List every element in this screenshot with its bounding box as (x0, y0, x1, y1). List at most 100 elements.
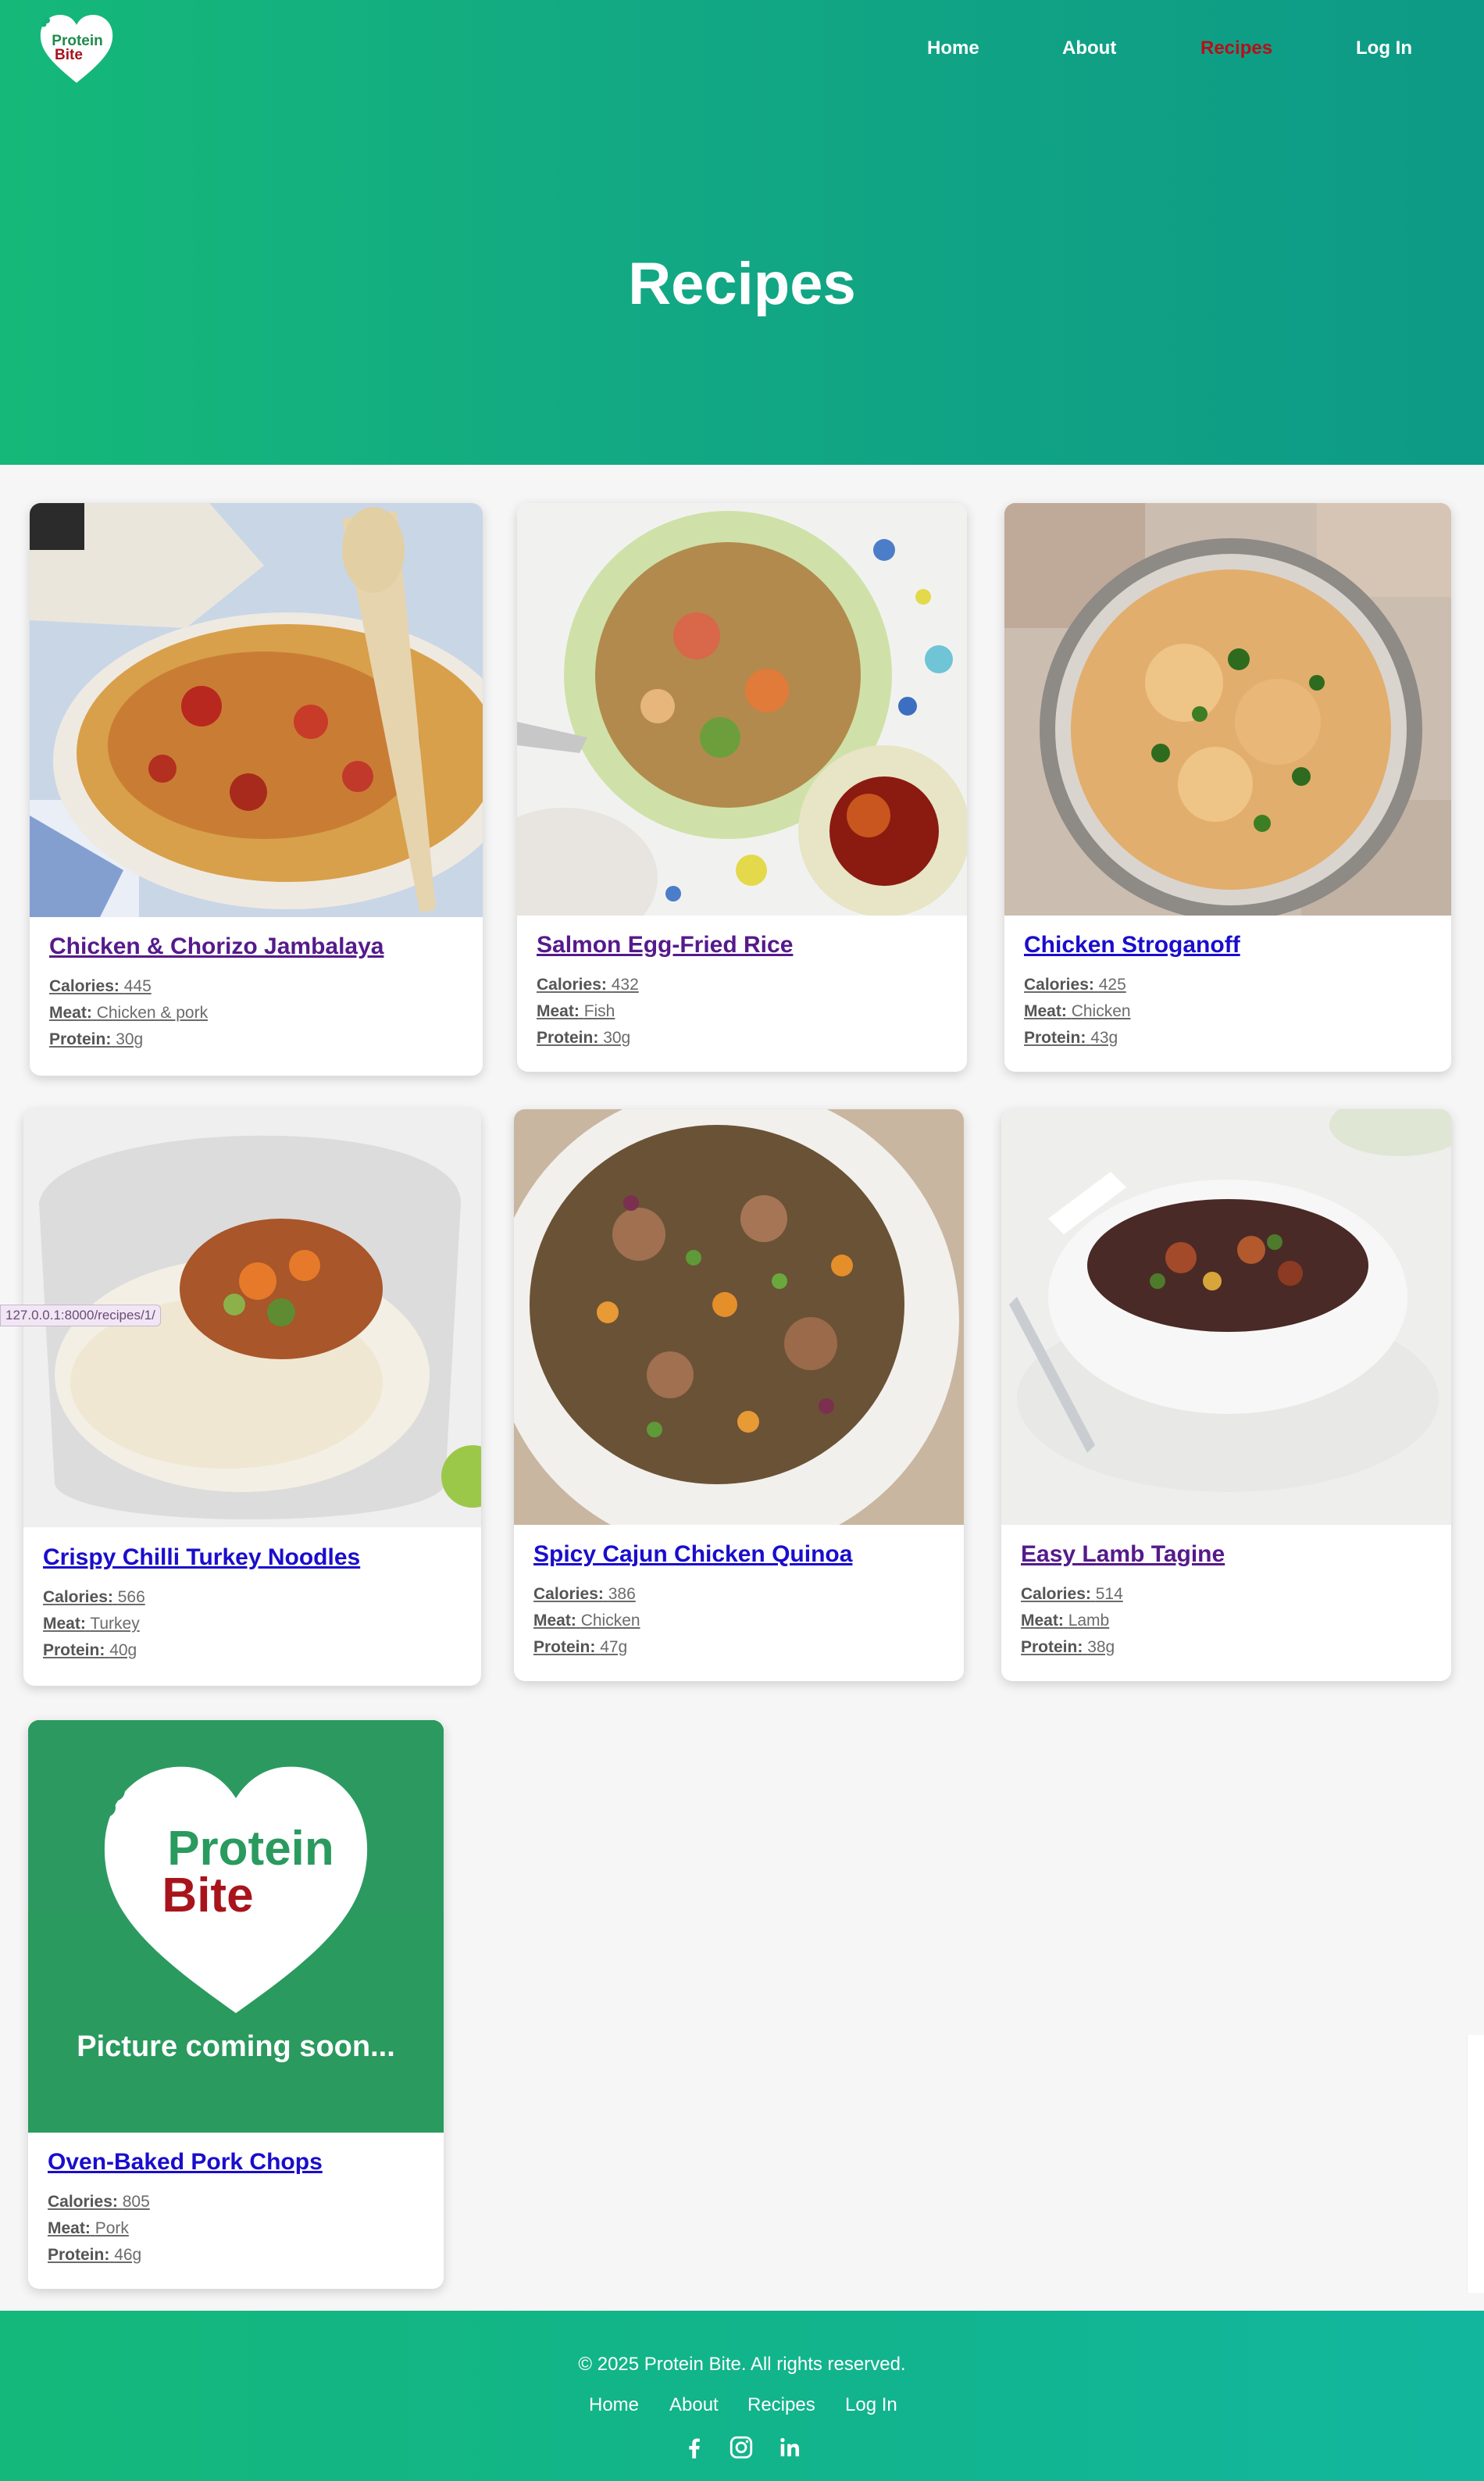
calories-label: Calories: (43, 1588, 113, 1606)
calories-fact[interactable]: Calories: 566 (43, 1584, 481, 1611)
site-footer: © 2025 Protein Bite. All rights reserved… (0, 2311, 1484, 2481)
recipe-facts: Calories: 805 Meat: Pork Protein: 46g (48, 2189, 444, 2269)
protein-fact[interactable]: Protein: 40g (43, 1637, 481, 1664)
recipe-title-link[interactable]: Chicken & Chorizo Jambalaya (49, 933, 483, 961)
calories-label: Calories: (1024, 976, 1094, 994)
recipe-card[interactable]: Crispy Chilli Turkey Noodles Calories: 5… (23, 1109, 481, 1686)
cajun-quinoa-photo[interactable] (514, 1109, 964, 1525)
calories-fact[interactable]: Calories: 445 (49, 973, 483, 1000)
recipe-title-link[interactable]: Crispy Chilli Turkey Noodles (43, 1544, 481, 1572)
calories-label: Calories: (48, 2193, 118, 2211)
card-body: Easy Lamb Tagine Calories: 514 Meat: Lam… (1001, 1540, 1451, 1661)
recipe-card[interactable]: Easy Lamb Tagine Calories: 514 Meat: Lam… (1001, 1109, 1451, 1681)
main-nav: Home About Recipes Log In (0, 37, 1484, 62)
instagram-icon[interactable] (728, 2434, 754, 2461)
recipe-card[interactable]: Chicken Stroganoff Calories: 425 Meat: C… (1004, 503, 1451, 1072)
placeholder-image[interactable]: Protein Bite Picture coming soon... (28, 1720, 444, 2133)
meat-label: Meat: (48, 2219, 91, 2237)
salmon-rice-photo[interactable] (517, 503, 967, 916)
social-links (0, 2434, 1484, 2462)
meat-fact[interactable]: Meat: Fish (537, 998, 967, 1025)
meat-fact[interactable]: Meat: Chicken & pork (49, 1000, 483, 1026)
meat-label: Meat: (43, 1615, 86, 1633)
recipe-facts: Calories: 514 Meat: Lamb Protein: 38g (1021, 1581, 1451, 1661)
protein-value: 43g (1090, 1029, 1118, 1047)
calories-fact[interactable]: Calories: 514 (1021, 1581, 1451, 1608)
recipe-facts: Calories: 425 Meat: Chicken Protein: 43g (1024, 972, 1451, 1051)
meat-fact[interactable]: Meat: Lamb (1021, 1608, 1451, 1634)
nav-about[interactable]: About (1062, 37, 1116, 59)
calories-value: 445 (123, 977, 152, 995)
protein-label: Protein: (1024, 1029, 1086, 1047)
footer-nav: Home About Recipes Log In (0, 2394, 1484, 2418)
protein-fact[interactable]: Protein: 47g (533, 1634, 964, 1661)
card-body: Oven-Baked Pork Chops Calories: 805 Meat… (28, 2148, 444, 2269)
jambalaya-photo[interactable] (30, 503, 483, 917)
lamb-tagine-photo[interactable] (1001, 1109, 1451, 1525)
nav-login[interactable]: Log In (1356, 37, 1412, 59)
protein-label: Protein: (533, 1638, 596, 1656)
calories-value: 514 (1095, 1585, 1123, 1603)
recipe-title-link[interactable]: Chicken Stroganoff (1024, 931, 1451, 959)
card-body: Chicken Stroganoff Calories: 425 Meat: C… (1004, 931, 1451, 1051)
protein-label: Protein: (43, 1641, 105, 1659)
link-status-url: 127.0.0.1:8000/recipes/1/ (0, 1305, 161, 1326)
footer-link-login[interactable]: Log In (845, 2394, 897, 2416)
protein-value: 47g (600, 1638, 628, 1656)
protein-value: 40g (109, 1641, 137, 1659)
calories-fact[interactable]: Calories: 805 (48, 2189, 444, 2215)
protein-label: Protein: (1021, 1638, 1083, 1656)
recipe-facts: Calories: 432 Meat: Fish Protein: 30g (537, 972, 967, 1051)
nav-recipes[interactable]: Recipes (1200, 37, 1272, 59)
footer-link-home[interactable]: Home (589, 2394, 639, 2416)
calories-value: 432 (611, 976, 639, 994)
meat-label: Meat: (1024, 1002, 1067, 1020)
recipe-title-link[interactable]: Spicy Cajun Chicken Quinoa (533, 1540, 964, 1569)
meat-label: Meat: (533, 1612, 576, 1630)
footer-link-about[interactable]: About (669, 2394, 719, 2416)
meat-value: Chicken (1071, 1002, 1131, 1020)
recipe-facts: Calories: 445 Meat: Chicken & pork Prote… (49, 973, 483, 1053)
calories-fact[interactable]: Calories: 432 (537, 972, 967, 998)
protein-label: Protein: (48, 2246, 110, 2264)
recipe-title-link[interactable]: Easy Lamb Tagine (1021, 1540, 1451, 1569)
calories-label: Calories: (533, 1585, 604, 1603)
protein-fact[interactable]: Protein: 43g (1024, 1025, 1451, 1051)
facebook-icon[interactable] (681, 2434, 708, 2461)
nav-home[interactable]: Home (927, 37, 979, 59)
placeholder-caption: Picture coming soon... (77, 2030, 395, 2063)
meat-value: Pork (95, 2219, 129, 2237)
recipe-card[interactable]: Chicken & Chorizo Jambalaya Calories: 44… (30, 503, 483, 1076)
placeholder-logo-line1: Protein (167, 1822, 334, 1876)
protein-value: 38g (1087, 1638, 1115, 1656)
meat-fact[interactable]: Meat: Turkey (43, 1611, 481, 1637)
protein-fact[interactable]: Protein: 30g (537, 1025, 967, 1051)
recipe-title-link[interactable]: Salmon Egg-Fried Rice (537, 931, 967, 959)
protein-label: Protein: (49, 1030, 112, 1048)
recipe-title-link[interactable]: Oven-Baked Pork Chops (48, 2148, 444, 2176)
recipe-card[interactable]: Salmon Egg-Fried Rice Calories: 432 Meat… (517, 503, 967, 1072)
calories-fact[interactable]: Calories: 425 (1024, 972, 1451, 998)
calories-fact[interactable]: Calories: 386 (533, 1581, 964, 1608)
protein-fact[interactable]: Protein: 30g (49, 1026, 483, 1053)
recipe-facts: Calories: 566 Meat: Turkey Protein: 40g (43, 1584, 481, 1664)
meat-label: Meat: (537, 1002, 580, 1020)
calories-label: Calories: (1021, 1585, 1091, 1603)
stroganoff-photo[interactable] (1004, 503, 1451, 916)
calories-value: 386 (608, 1585, 636, 1603)
meat-label: Meat: (1021, 1612, 1064, 1630)
card-body: Spicy Cajun Chicken Quinoa Calories: 386… (514, 1540, 964, 1661)
calories-value: 805 (122, 2193, 150, 2211)
linkedin-icon[interactable] (776, 2434, 803, 2461)
footer-link-recipes[interactable]: Recipes (747, 2394, 815, 2416)
protein-fact[interactable]: Protein: 46g (48, 2242, 444, 2269)
meat-fact[interactable]: Meat: Chicken (1024, 998, 1451, 1025)
meat-value: Chicken & pork (96, 1004, 209, 1022)
meat-value: Chicken (580, 1612, 640, 1630)
protein-fact[interactable]: Protein: 38g (1021, 1634, 1451, 1661)
recipe-card[interactable]: Spicy Cajun Chicken Quinoa Calories: 386… (514, 1109, 964, 1681)
card-body: Salmon Egg-Fried Rice Calories: 432 Meat… (517, 931, 967, 1051)
recipe-card[interactable]: Protein Bite Picture coming soon... Oven… (28, 1720, 444, 2289)
meat-fact[interactable]: Meat: Chicken (533, 1608, 964, 1634)
meat-fact[interactable]: Meat: Pork (48, 2215, 444, 2242)
